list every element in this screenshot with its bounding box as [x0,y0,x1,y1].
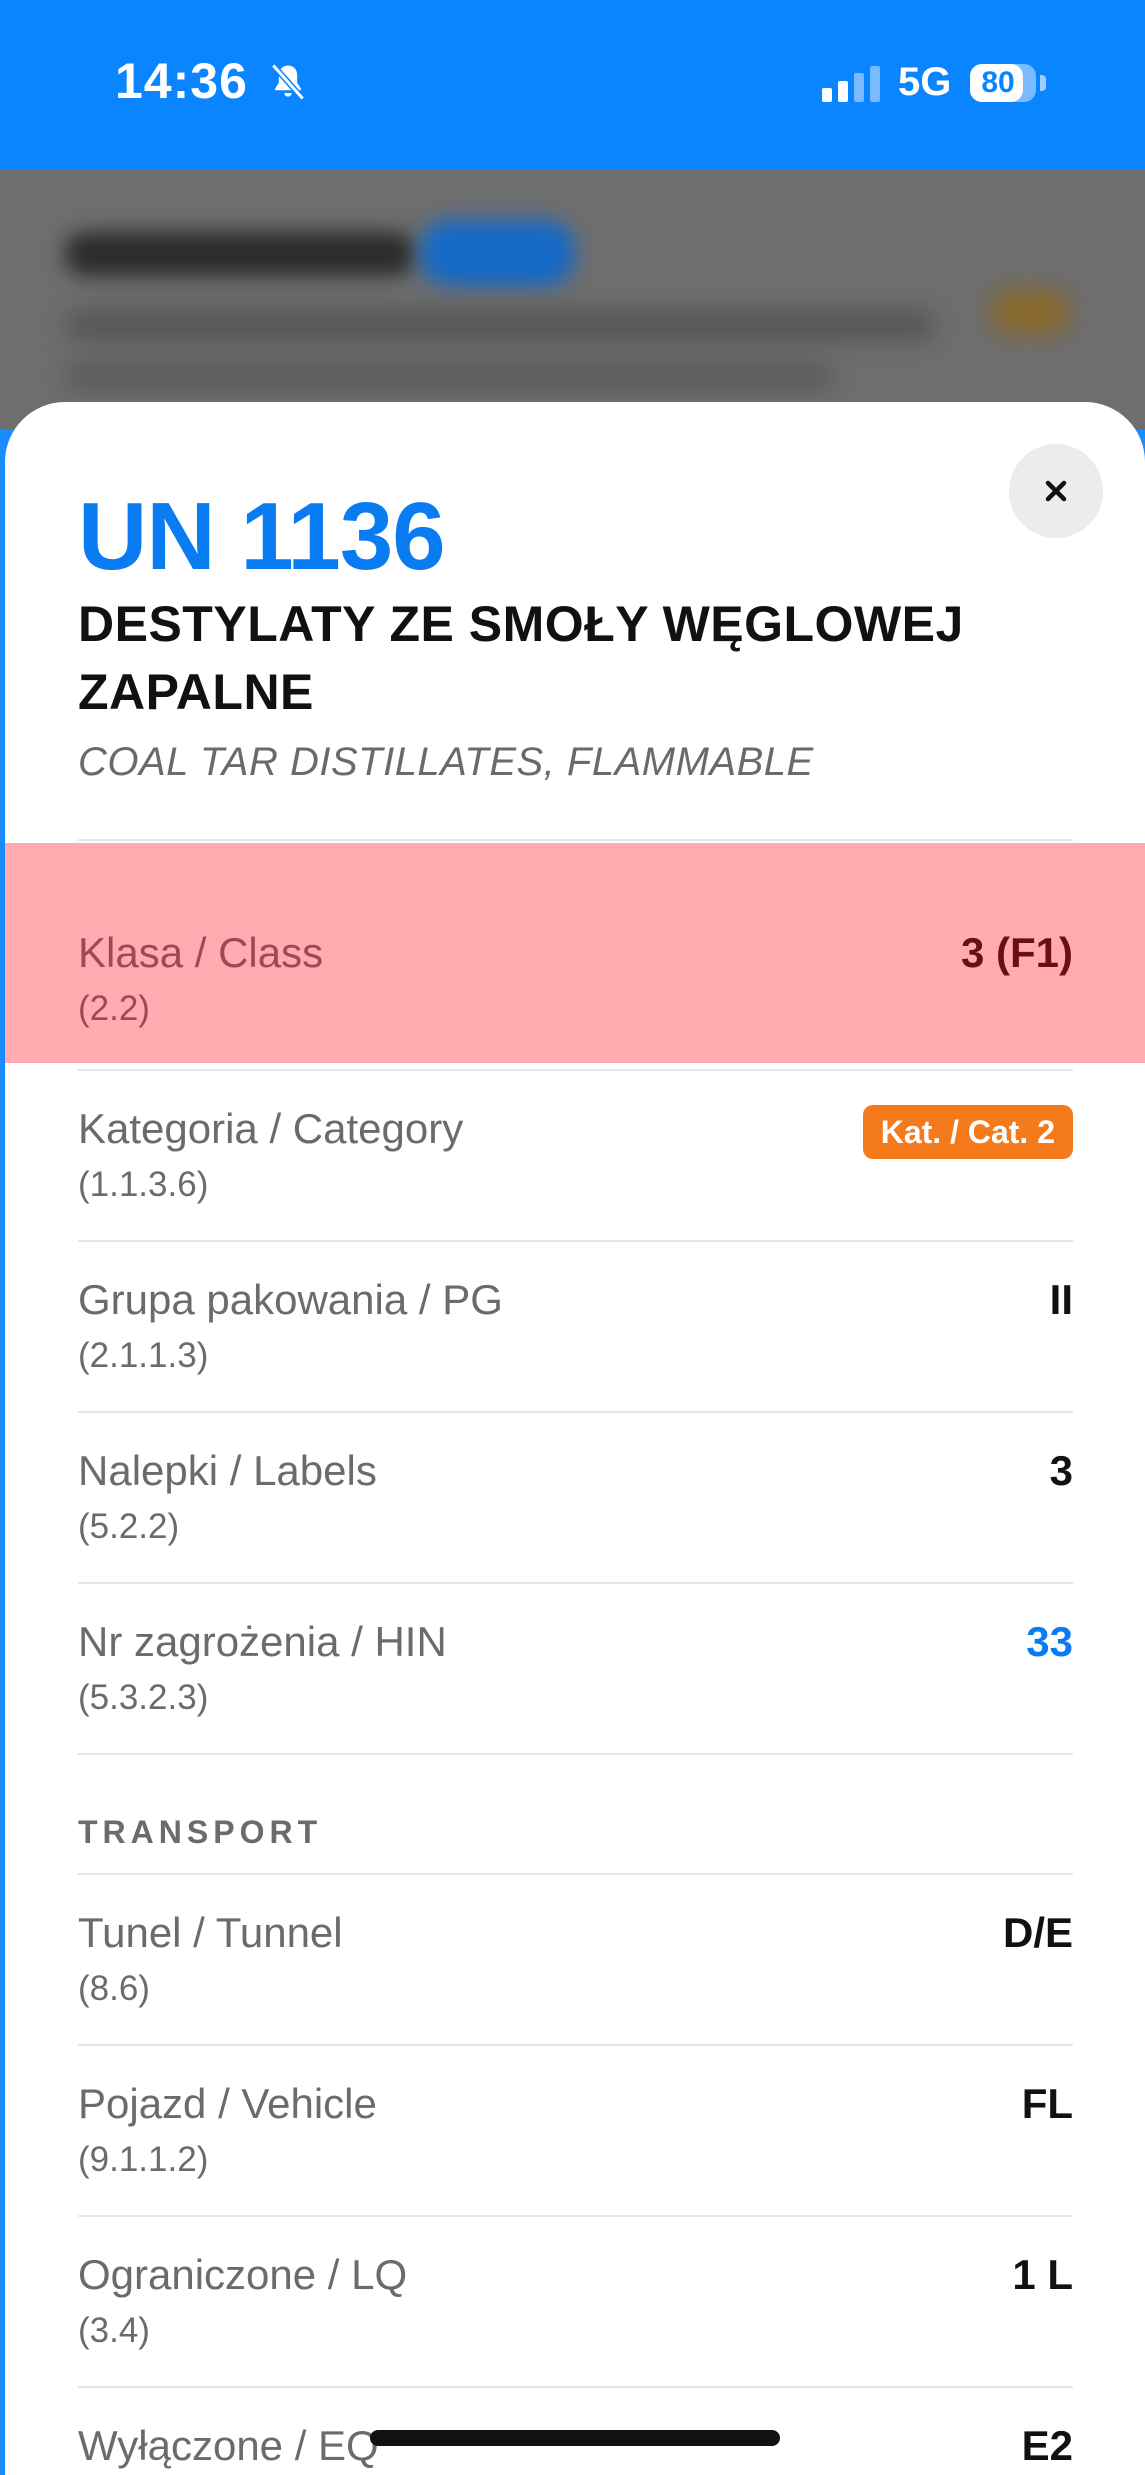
row-reference: (5.2.2) [78,1507,180,1546]
packing-group-row[interactable]: Grupa pakowania / PG (2.1.1.3) II [5,1244,1145,1414]
divider [78,1069,1073,1071]
home-indicator[interactable] [370,2430,780,2446]
close-icon [1039,474,1073,513]
row-value: 1 L [1012,2251,1073,2298]
row-value: D/E [1002,1909,1073,1956]
hazard-number-row[interactable]: Nr zagrożenia / HIN (5.3.2.3) 33 [5,1586,1145,1756]
status-bar: 14:36 5G 80 [0,0,1145,170]
battery-nub [1040,75,1046,91]
class-row[interactable]: Klasa / Class (2.2) 3 (F1) [5,843,1145,1063]
row-label: Klasa / Class [78,929,324,976]
row-reference: (5.3.2.3) [78,1678,209,1717]
row-reference: (1.1.3.6) [78,1165,209,1204]
blurred-badge [420,220,575,286]
row-label: Wyłączone / EQ [78,2422,379,2469]
row-reference: (2.2) [78,989,150,1028]
blurred-title [65,232,415,276]
status-time: 14:36 [115,53,248,109]
divider [78,2386,1073,2388]
row-reference: (8.6) [78,1969,150,2008]
close-button[interactable] [1009,444,1103,538]
blurred-background-content [0,170,1145,430]
divider [78,1753,1073,1755]
row-label: Pojazd / Vehicle [78,2080,377,2127]
vehicle-row[interactable]: Pojazd / Vehicle (9.1.1.2) FL [5,2048,1145,2218]
divider [78,2044,1073,2046]
row-label: Nr zagrożenia / HIN [78,1618,447,1665]
network-type: 5G [898,60,952,104]
un-number: UN 1136 [78,483,446,590]
divider [78,1582,1073,1584]
row-label: Tunel / Tunnel [78,1909,343,1956]
limited-quantity-row[interactable]: Ograniczone / LQ (3.4) 1 L [5,2219,1145,2389]
divider [78,1411,1073,1413]
substance-name-pl: DESTYLATY ZE SMOŁY WĘGLOWEJ ZAPALNE [78,596,964,720]
tunnel-row[interactable]: Tunel / Tunnel (8.6) D/E [5,1877,1145,2047]
row-label: Nalepki / Labels [78,1447,377,1494]
divider [78,1873,1073,1875]
row-label: Ograniczone / LQ [78,2251,408,2298]
row-value: II [1049,1276,1073,1323]
labels-row[interactable]: Nalepki / Labels (5.2.2) 3 [5,1415,1145,1585]
section-title-transport: TRANSPORT [78,1814,323,1850]
row-label: Kategoria / Category [78,1105,464,1152]
row-reference: (3.4) [78,2311,150,2350]
signal-icon [822,66,884,109]
battery-icon: 80 [970,64,1036,102]
row-value: E2 [1021,2422,1073,2469]
detail-sheet: UN 1136 DESTYLATY ZE SMOŁY WĘGLOWEJ ZAPA… [5,402,1145,2475]
row-value: FL [1021,2080,1073,2127]
row-label: Grupa pakowania / PG [78,1276,503,1323]
battery-level: 80 [981,66,1015,99]
row-reference: (9.1.1.2) [78,2140,209,2179]
row-reference: (2.1.1.3) [78,1336,209,1375]
divider [78,2215,1073,2217]
divider [78,1240,1073,1242]
substance-name-en: COAL TAR DISTILLATES, FLAMMABLE [78,740,814,784]
blurred-text-line [65,310,935,340]
category-badge: Kat. / Cat. 2 [862,1105,1073,1159]
blurred-text-line [65,362,835,390]
divider [78,839,1073,841]
bell-slash-icon [266,60,310,109]
category-row[interactable]: Kategoria / Category (1.1.3.6) Kat. / Ca… [5,1073,1145,1243]
hazard-number-value: 33 [1026,1618,1073,1665]
row-value: 3 (F1) [960,929,1073,976]
row-value: 3 [1049,1447,1073,1494]
blurred-chip [990,290,1070,334]
